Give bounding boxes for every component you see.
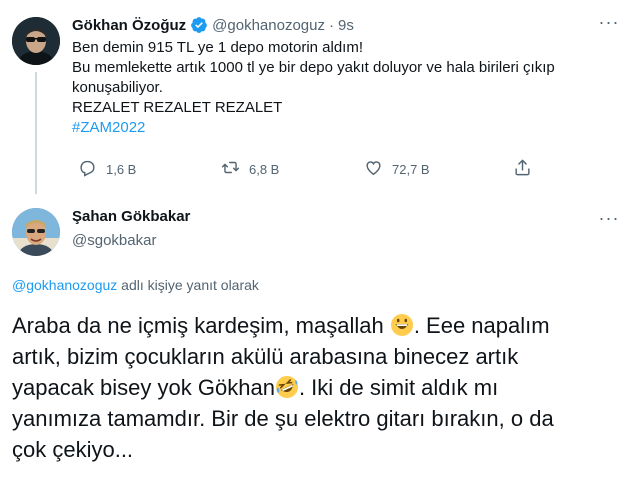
retweet-count: 6,8 B [249, 161, 280, 177]
grinning-face-emoji-icon [390, 313, 414, 337]
hashtag-link[interactable]: #ZAM2022 [72, 118, 592, 138]
reply-text: Araba da ne içmiş kardeşim, maşallah . E… [12, 310, 632, 465]
reply-header: Şahan Gökbakar @sgokbakar [0, 196, 640, 268]
reply-text-segment: . Iki de simit aldık mı [298, 375, 499, 400]
more-options-icon[interactable]: ··· [594, 12, 624, 32]
tweet-header: Gökhan Özoğuz @gokhanozoguz · 9s [72, 14, 354, 36]
author-name[interactable]: Gökhan Özoğuz [72, 17, 186, 34]
thread-connector-line [35, 72, 37, 194]
retweet-icon [221, 158, 240, 180]
reply-text-segment: Araba da ne içmiş kardeşim, maşallah [12, 313, 390, 338]
reply-author-handle[interactable]: @sgokbakar [72, 232, 156, 249]
share-icon [513, 158, 532, 180]
heart-icon [364, 158, 383, 180]
replying-to-mention-link[interactable]: @gokhanozoguz [12, 277, 117, 293]
reply-text-segment: . Eee napalım [413, 313, 550, 338]
reply-icon [78, 158, 97, 180]
tweet-text-line: Ben demin 915 TL ye 1 depo motorin aldım… [72, 39, 364, 56]
like-button[interactable]: 72,7 B [364, 158, 430, 180]
tweet-text-line: Bu memlekette artık 1000 tl ye bir depo … [72, 59, 555, 76]
share-button[interactable] [513, 158, 532, 180]
replying-to-line: @gokhanozoguz adlı kişiye yanıt olarak [12, 277, 259, 293]
reply-button[interactable]: 1,6 B [78, 158, 136, 180]
reply-more-options-icon[interactable]: ··· [594, 208, 624, 228]
separator-dot: · [328, 16, 334, 34]
verified-badge-icon [190, 16, 208, 34]
author-handle[interactable]: @gokhanozoguz [212, 17, 325, 34]
tweet-timestamp[interactable]: 9s [338, 17, 354, 34]
reply-count: 1,6 B [106, 161, 137, 177]
tweet-actions-bar: 1,6 B 6,8 B 72,7 B [72, 158, 552, 182]
retweet-button[interactable]: 6,8 B [221, 158, 279, 180]
reply-text-line: Araba da ne içmiş kardeşim, maşallah . E… [12, 310, 632, 341]
avatar-gokhan[interactable] [12, 17, 60, 65]
reply-text-line: artık, bizim çocukların akülü arabasına … [12, 344, 519, 369]
original-tweet[interactable]: Gökhan Özoğuz @gokhanozoguz · 9s ··· Ben… [0, 0, 640, 194]
reply-text-line: çok çekiyo... [12, 437, 134, 462]
tweet-text-line: REZALET REZALET REZALET [72, 99, 283, 116]
like-count: 72,7 B [392, 161, 430, 177]
rolling-laughing-emoji-icon [275, 375, 299, 399]
reply-author-name[interactable]: Şahan Gökbakar [72, 208, 190, 225]
tweet-text-line: konuşabiliyor. [72, 79, 163, 96]
avatar-sahan[interactable] [12, 208, 60, 256]
reply-text-line: yapacak bisey yok Gökhan . Iki de simit … [12, 372, 632, 403]
reply-text-segment: yapacak bisey yok Gökhan [12, 375, 275, 400]
reply-text-line: yanımıza tamamdır. Bir de şu elektro git… [12, 406, 554, 431]
replying-to-suffix: adlı kişiye yanıt olarak [117, 277, 259, 293]
tweet-text: Ben demin 915 TL ye 1 depo motorin aldım… [72, 38, 592, 138]
